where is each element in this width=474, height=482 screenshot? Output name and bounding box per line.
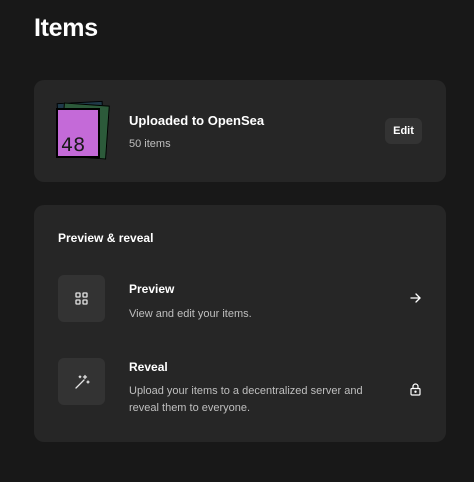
- thumbnail-number: 48: [56, 108, 100, 158]
- section-title: Preview & reveal: [58, 231, 154, 245]
- arrow-right-icon[interactable]: [408, 291, 422, 305]
- page-title: Items: [34, 14, 98, 42]
- preview-icon-box: [58, 275, 105, 322]
- reveal-icon-box: [58, 358, 105, 405]
- preview-row[interactable]: Preview View and edit your items.: [34, 275, 446, 325]
- preview-title: Preview: [129, 282, 175, 296]
- magic-wand-icon: [74, 374, 90, 389]
- grid-icon: [75, 292, 88, 305]
- reveal-row[interactable]: Reveal Upload your items to a decentrali…: [34, 358, 446, 423]
- reveal-description: Upload your items to a decentralized ser…: [129, 385, 363, 414]
- reveal-title: Reveal: [129, 360, 168, 374]
- edit-button[interactable]: Edit: [385, 118, 422, 144]
- collection-title: Uploaded to OpenSea: [129, 113, 265, 128]
- lock-icon: [408, 382, 422, 396]
- collection-card[interactable]: 48 Uploaded to OpenSea 50 items Edit: [34, 80, 446, 182]
- collection-item-count: 50 items: [129, 138, 171, 150]
- preview-reveal-card: Preview & reveal Preview View and edit y…: [34, 205, 446, 442]
- preview-description: View and edit your items.: [129, 308, 252, 320]
- collection-thumbnail: 48: [56, 100, 110, 160]
